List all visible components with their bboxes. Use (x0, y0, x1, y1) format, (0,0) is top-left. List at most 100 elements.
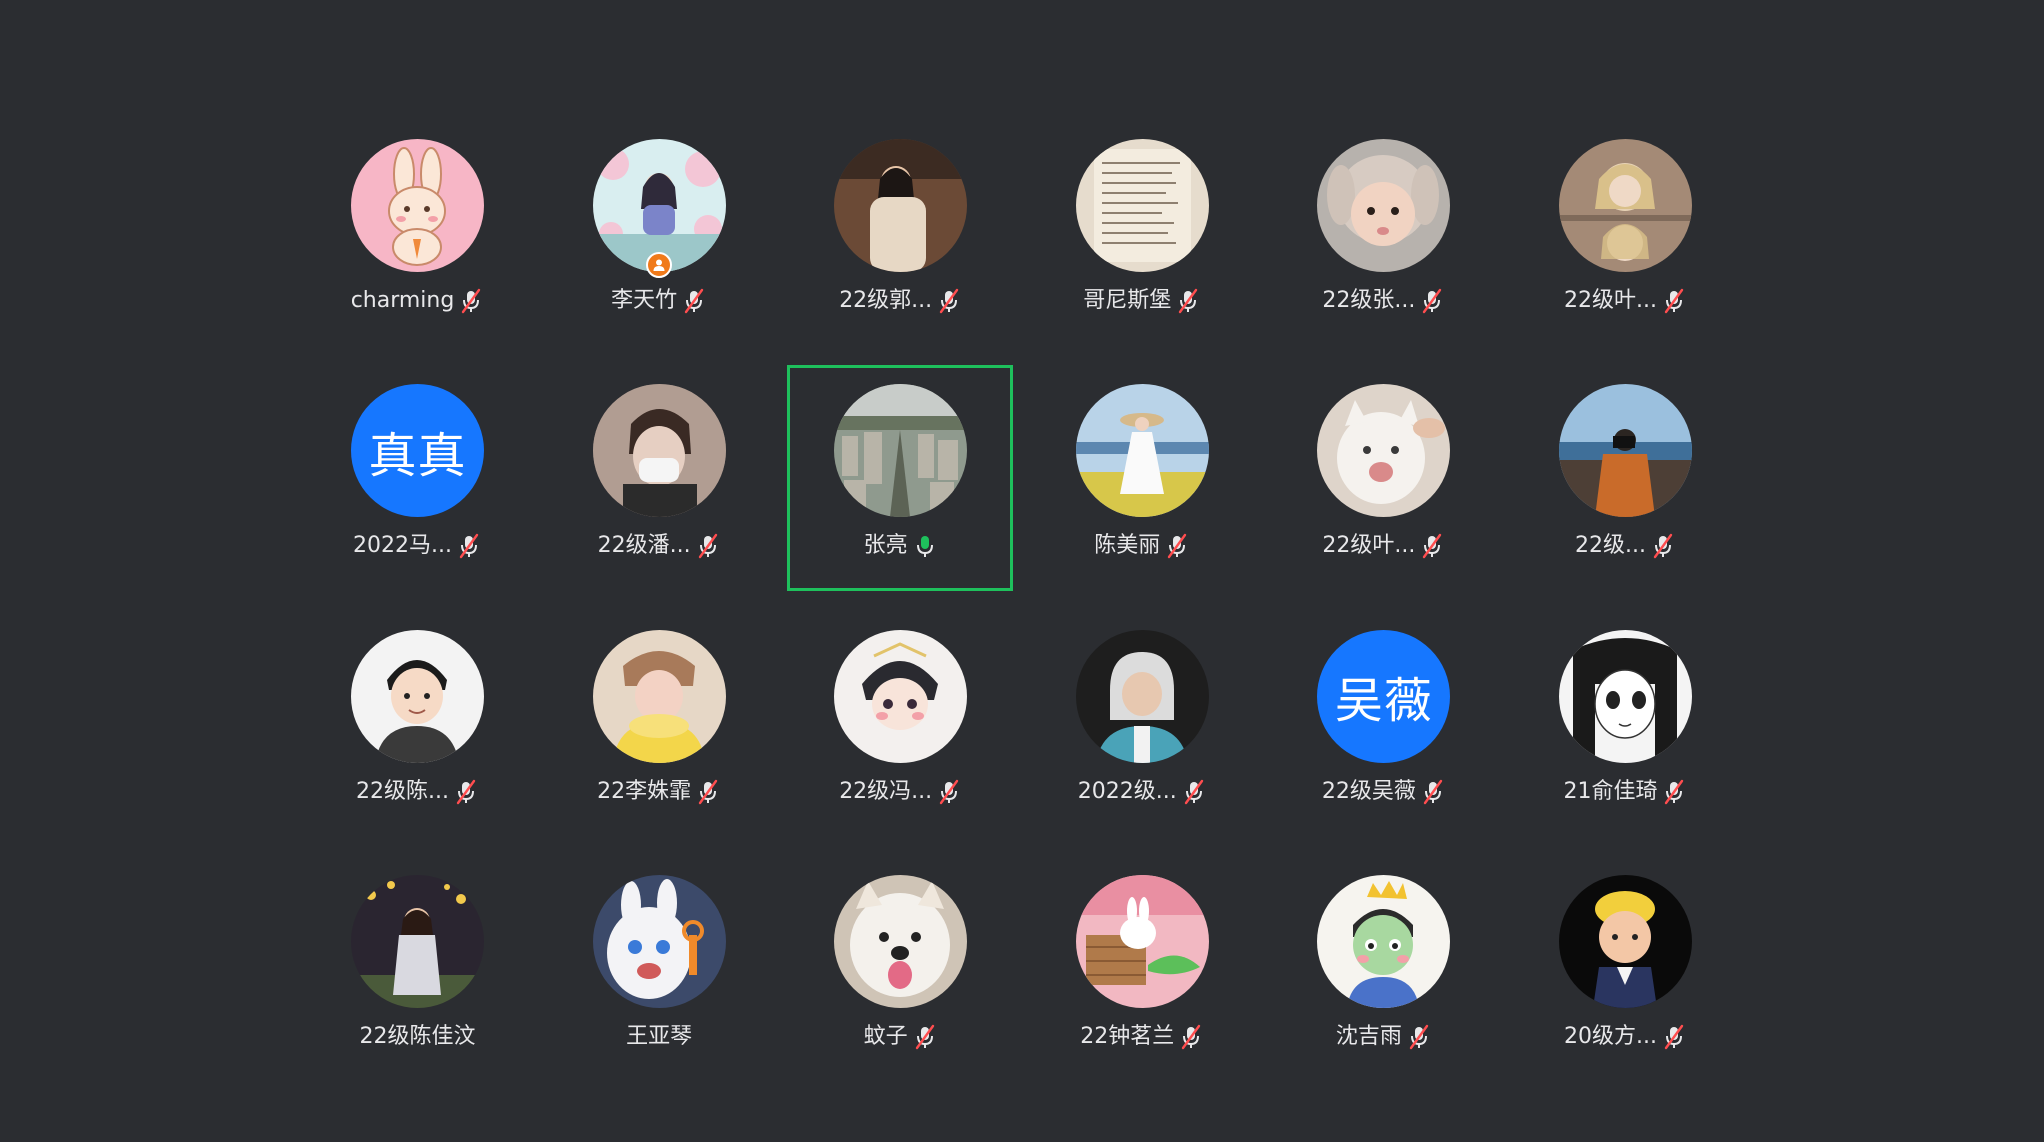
participant-label: 22级陈佳汶 (360, 1022, 476, 1052)
participant-tile[interactable]: 哥尼斯堡 (1075, 139, 1209, 316)
participant-name: 2022马... (353, 533, 452, 559)
participant-label: 陈美丽 (1094, 531, 1190, 561)
participant-name: 22李姝霏 (597, 778, 692, 804)
participant-name: 陈美丽 (1094, 533, 1161, 559)
participant-tile[interactable]: 蚊子 (834, 874, 968, 1052)
participant-name: 22级叶... (1563, 288, 1657, 313)
avatar-white-rabbit-cartoon (592, 874, 726, 1008)
participant-label: 22级... (1575, 531, 1676, 561)
avatar-blonde-girl-photo (1558, 139, 1692, 272)
mic-muted-icon (1175, 287, 1201, 315)
participant-label: 22级陈... (356, 777, 479, 807)
avatar-masked-man-photo (592, 384, 726, 518)
participant-label: 20级方... (1564, 1022, 1687, 1052)
participant-label: 22级吴薇 (1322, 777, 1446, 807)
avatar-samoyed-dog-photo (834, 874, 968, 1008)
participant-name: 22级冯... (839, 778, 933, 804)
mic-muted-icon (1406, 1023, 1432, 1051)
participant-name: 22级陈佳汶 (359, 1023, 476, 1049)
participant-tile[interactable]: 李天竹 (592, 139, 726, 316)
avatar-manga-girl-sketch (1558, 629, 1692, 763)
participant-label: 李天竹 (611, 286, 707, 316)
participant-label: 22级潘... (598, 531, 721, 561)
participant-name: 21俞佳琦 (1563, 778, 1658, 804)
mic-muted-icon (936, 778, 962, 806)
participant-tile[interactable]: 沈吉雨 (1317, 874, 1451, 1052)
participant-name: 蚊子 (863, 1023, 908, 1049)
mic-muted-icon (458, 287, 484, 315)
participant-label: 22钟茗兰 (1080, 1022, 1204, 1052)
participant-name: 22级陈... (356, 778, 449, 804)
participant-tile[interactable]: 22级潘... (592, 384, 726, 561)
mic-muted-icon (1661, 287, 1687, 315)
participant-name: 20级方... (1563, 1023, 1657, 1049)
participant-name: 22级... (1574, 533, 1646, 559)
mic-muted-icon (912, 1023, 938, 1051)
participant-name: 哥尼斯堡 (1083, 288, 1172, 313)
participant-tile[interactable]: 22级叶... (1317, 384, 1451, 561)
participant-tile[interactable]: 22级郭... (834, 139, 968, 316)
avatar-city-aerial-photo (834, 384, 968, 518)
mic-muted-icon (1650, 532, 1676, 560)
mic-muted-icon (695, 532, 721, 560)
participant-tile[interactable]: 22级... (1558, 384, 1692, 561)
avatar-crowned-boy-cartoon (1317, 874, 1451, 1008)
participant-tile[interactable]: 20级方... (1558, 874, 1692, 1052)
participant-label: charming (351, 286, 485, 316)
mic-muted-icon (1419, 287, 1445, 315)
participant-tile[interactable]: 张亮 (834, 384, 968, 561)
avatar-white-cat-photo (1317, 384, 1451, 518)
avatar-girl-yellow-scarf (592, 629, 726, 763)
participant-tile[interactable]: 22级张... (1317, 139, 1451, 316)
participant-tile[interactable]: 22钟茗兰 (1075, 874, 1209, 1052)
participant-tile[interactable]: 王亚琴 (592, 874, 726, 1052)
participant-label: 2022马... (353, 531, 482, 561)
participant-tile[interactable]: 真真 2022马... (351, 384, 484, 561)
participant-label: 22级叶... (1564, 286, 1687, 316)
participant-tile[interactable]: 22级陈... (351, 629, 484, 807)
mic-muted-icon (936, 287, 962, 315)
participant-name: 22级叶... (1322, 533, 1416, 559)
participant-label: 王亚琴 (626, 1022, 692, 1052)
host-badge-icon (646, 252, 673, 278)
participant-name: 张亮 (863, 533, 908, 559)
avatar-man-camera-coast (1558, 384, 1692, 518)
participant-tile[interactable]: 陈美丽 (1075, 384, 1209, 561)
participant-tile[interactable]: 22李姝霏 (592, 629, 726, 807)
avatar-cartoon-man-hoodie (351, 629, 484, 763)
participant-name: 李天竹 (611, 288, 678, 313)
participant-tile[interactable]: 22级陈佳汶 (351, 874, 484, 1052)
participant-tile[interactable]: 吴薇 22级吴薇 (1317, 629, 1451, 807)
avatar-rabbit-basket-photo (1075, 874, 1209, 1008)
participant-tile[interactable]: 21俞佳琦 (1558, 629, 1692, 807)
avatar-clay-boy-figure (1558, 874, 1692, 1008)
meeting-gallery-view: charming 李天竹 22级郭... 哥尼斯堡 22级张... 22级叶..… (0, 0, 2044, 1142)
mic-muted-icon (1661, 778, 1687, 806)
avatar-anime-boy-cheeks (834, 629, 968, 763)
participant-label: 22级冯... (839, 777, 962, 807)
participant-tile[interactable]: 22级叶... (1558, 139, 1692, 316)
avatar-pink-bunny-cartoon (351, 139, 484, 272)
avatar-baby-bunny-hat (1317, 139, 1451, 272)
participant-label: 沈吉雨 (1336, 1022, 1432, 1052)
mic-active-icon (912, 532, 938, 560)
participant-label: 22级张... (1322, 286, 1445, 316)
participant-name: 22级吴薇 (1321, 778, 1416, 804)
participant-tile[interactable]: charming (351, 139, 484, 316)
participant-tile[interactable]: 22级冯... (834, 629, 968, 807)
participant-label: 22级叶... (1322, 531, 1445, 561)
participant-label: 21俞佳琦 (1563, 777, 1687, 807)
participant-name: charming (350, 288, 455, 313)
participant-label: 哥尼斯堡 (1083, 286, 1201, 316)
participant-grid: charming 李天竹 22级郭... 哥尼斯堡 22级张... 22级叶..… (351, 139, 1692, 1052)
mic-muted-icon (1661, 1023, 1687, 1051)
mic-muted-icon (1420, 778, 1446, 806)
mic-muted-icon (695, 778, 721, 806)
mic-muted-icon (1164, 532, 1190, 560)
participant-tile[interactable]: 2022级... (1075, 629, 1209, 807)
participant-name: 王亚琴 (626, 1023, 693, 1049)
participant-label: 张亮 (864, 531, 938, 561)
mic-muted-icon (456, 532, 482, 560)
mic-muted-icon (681, 287, 707, 315)
avatar-initials: 吴薇 (1317, 629, 1451, 763)
